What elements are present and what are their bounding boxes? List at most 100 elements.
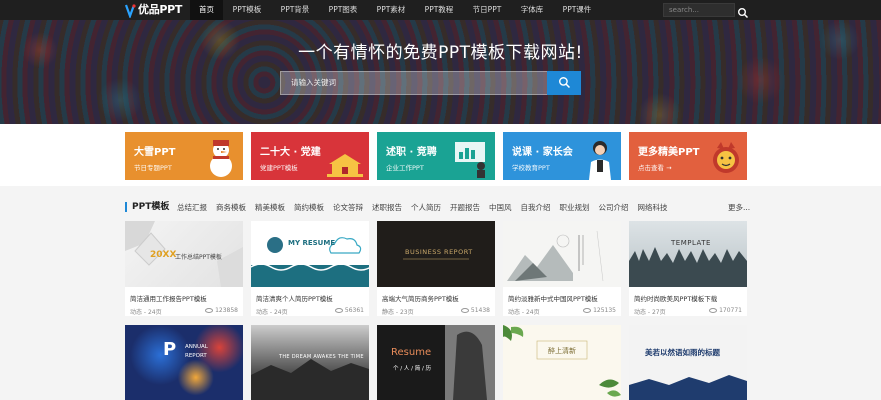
thumbnail-title: BUSINESS REPORT — [405, 248, 473, 256]
template-thumbnail: 美若以然语如雨的标题 — [629, 325, 747, 400]
template-meta: 动态 - 24页 — [130, 309, 162, 316]
banner-title: 述职 · 竞聘 — [386, 147, 437, 158]
presentation-icon — [451, 138, 491, 180]
template-thumbnail: 醉上清新 — [503, 325, 621, 400]
view-count: 170771 — [709, 307, 742, 314]
template-title: 简约淡雅新中式中国风PPT模板 — [508, 295, 598, 303]
category-career-plan[interactable]: 职业规划 — [560, 203, 590, 213]
template-meta: 动态 - 24页 — [256, 309, 288, 316]
search-icon[interactable] — [737, 4, 749, 19]
hero-search-input[interactable]: 请输入关键词 — [280, 71, 548, 95]
category-business[interactable]: 商务模板 — [216, 203, 246, 213]
nav-item-ppt-templates[interactable]: PPT模板 — [223, 0, 271, 20]
mascot-icon — [709, 138, 743, 180]
banner-party-building[interactable]: 二十大 · 党建 党建PPT模板 — [251, 132, 369, 180]
template-card[interactable]: 20XX 工作总结PPT模板 简洁通用工作报告PPT模板 动态 - 24页 12… — [125, 221, 243, 316]
banner-subtitle: 企业工作PPT — [386, 164, 424, 172]
more-link[interactable]: 更多... — [728, 203, 750, 213]
template-title: 高端大气简历商务PPT模板 — [382, 295, 459, 303]
eye-icon — [205, 308, 214, 313]
template-thumbnail: TEMPLATE — [629, 221, 747, 287]
template-card[interactable]: Resume 个 / 人 / 简 / 历 — [377, 325, 495, 400]
banner-subtitle: 学校教育PPT — [512, 164, 550, 172]
category-summary-report[interactable]: 总结汇报 — [177, 203, 207, 213]
hero-banner: 一个有情怀的免费PPT模板下载网站! 请输入关键词 — [0, 20, 881, 124]
nav-item-ppt-charts[interactable]: PPT图表 — [319, 0, 367, 20]
template-card[interactable]: P ANNUAL REPORT — [125, 325, 243, 400]
category-resume[interactable]: 个人简历 — [411, 203, 441, 213]
template-card[interactable]: MY RESUME 简洁清爽个人简历PPT模板 动态 - 24页 56361 — [251, 221, 369, 316]
thumbnail-title: 美若以然语如雨的标题 — [645, 348, 720, 357]
top-navbar: 优品PPT 首页 PPT模板 PPT背景 PPT图表 PPT素材 PPT教程 节… — [0, 0, 881, 20]
logo-icon — [124, 3, 136, 20]
site-logo[interactable]: 优品PPT — [124, 2, 182, 20]
template-meta: 动态 - 27页 — [634, 309, 666, 316]
nav-item-ppt-backgrounds[interactable]: PPT背景 — [271, 0, 319, 20]
template-card[interactable]: 简约淡雅新中式中国风PPT模板 动态 - 24页 125135 — [503, 221, 621, 316]
view-count: 56361 — [334, 307, 364, 314]
hero-title: 一个有情怀的免费PPT模板下载网站! — [298, 43, 583, 63]
nav-item-home[interactable]: 首页 — [190, 0, 223, 20]
template-card[interactable]: 美若以然语如雨的标题 — [629, 325, 747, 400]
category-company-intro[interactable]: 公司介绍 — [599, 203, 629, 213]
topic-banners: 大雪PPT 节日专题PPT 二十大 · 党建 党建PPT模板 述职 · 竞聘 企… — [0, 124, 881, 186]
category-minimal[interactable]: 简约模板 — [294, 203, 324, 213]
template-card[interactable]: THE DREAM AWAKES THE TIME — [251, 325, 369, 400]
category-proposal[interactable]: 开题报告 — [450, 203, 480, 213]
category-exquisite[interactable]: 精美模板 — [255, 203, 285, 213]
category-self-intro[interactable]: 自我介绍 — [521, 203, 551, 213]
eye-icon — [334, 308, 343, 313]
template-title: 简洁清爽个人简历PPT模板 — [256, 295, 333, 303]
category-work-report[interactable]: 述职报告 — [372, 203, 402, 213]
view-count: 123858 — [205, 307, 238, 314]
banner-more-ppt[interactable]: 更多精美PPT 点击查看 → — [629, 132, 747, 180]
template-thumbnail: BUSINESS REPORT — [377, 221, 495, 287]
snowman-icon — [203, 138, 239, 180]
nav-item-ppt-assets[interactable]: PPT素材 — [367, 0, 415, 20]
banner-title: 二十大 · 党建 — [260, 147, 321, 158]
thumbnail-subtitle: 个 / 人 / 简 / 历 — [393, 366, 432, 372]
category-thesis-defense[interactable]: 论文答辩 — [333, 203, 363, 213]
banner-lesson-parents[interactable]: 说课 · 家长会 学校教育PPT — [503, 132, 621, 180]
thumbnail-title: TEMPLATE — [671, 239, 711, 247]
eye-icon — [583, 308, 592, 313]
tiananmen-icon — [325, 138, 365, 180]
template-meta: 动态 - 24页 — [508, 309, 540, 316]
thumbnail-title: Resume — [391, 347, 432, 358]
nav-item-ppt-courseware[interactable]: PPT课件 — [553, 0, 601, 20]
teacher-icon — [583, 138, 617, 180]
template-card[interactable]: BUSINESS REPORT 高端大气简历商务PPT模板 静态 - 23页 5… — [377, 221, 495, 316]
category-tech[interactable]: 网络科技 — [638, 203, 668, 213]
template-thumbnail: MY RESUME — [251, 221, 369, 287]
nav-item-holiday-ppt[interactable]: 节日PPT — [463, 0, 511, 20]
thumbnail-subtitle: 工作总结PPT模板 — [175, 254, 222, 261]
thumbnail-title: 20XX — [150, 250, 177, 260]
eye-icon — [460, 308, 469, 313]
banner-snow-ppt[interactable]: 大雪PPT 节日专题PPT — [125, 132, 243, 180]
nav-item-fonts[interactable]: 字体库 — [511, 0, 553, 20]
template-thumbnail: Resume 个 / 人 / 简 / 历 — [377, 325, 495, 400]
category-filters: 总结汇报 商务模板 精美模板 简约模板 论文答辩 述职报告 个人简历 开题报告 … — [177, 203, 677, 213]
banner-report-competition[interactable]: 述职 · 竞聘 企业工作PPT — [377, 132, 495, 180]
nav-item-ppt-tutorials[interactable]: PPT教程 — [415, 0, 463, 20]
template-title: 简洁通用工作报告PPT模板 — [130, 295, 207, 303]
category-chinese-style[interactable]: 中国风 — [489, 203, 512, 213]
view-count: 125135 — [583, 307, 616, 314]
eye-icon — [709, 308, 718, 313]
template-thumbnail — [503, 221, 621, 287]
template-title: 简约时尚欧美风PPT模板下载 — [634, 295, 718, 303]
thumbnail-title: THE DREAM AWAKES THE TIME — [279, 354, 364, 360]
thumbnail-title: P — [163, 339, 177, 360]
banner-subtitle: 节日专题PPT — [134, 164, 172, 172]
nav-search-input[interactable]: search... — [663, 3, 735, 17]
banner-title: 更多精美PPT — [638, 147, 700, 158]
banner-title: 大雪PPT — [134, 147, 176, 158]
hero-search-button[interactable] — [547, 71, 581, 95]
main-nav: 首页 PPT模板 PPT背景 PPT图表 PPT素材 PPT教程 节日PPT 字… — [190, 0, 601, 20]
template-thumbnail: THE DREAM AWAKES THE TIME — [251, 325, 369, 400]
thumbnail-subtitle: ANNUAL REPORT — [185, 344, 208, 359]
section-title: PPT模板 — [125, 202, 169, 212]
template-card[interactable]: 醉上清新 — [503, 325, 621, 400]
template-card[interactable]: TEMPLATE 简约时尚欧美风PPT模板下载 动态 - 27页 170771 — [629, 221, 747, 316]
banner-subtitle: 党建PPT模板 — [260, 164, 298, 172]
